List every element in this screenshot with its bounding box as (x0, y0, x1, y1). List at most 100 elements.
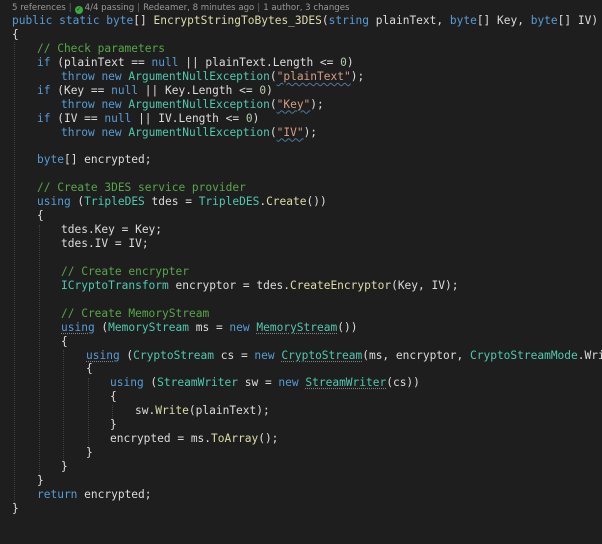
code-line-26[interactable]: { (0, 362, 602, 376)
code-token: new (101, 97, 122, 111)
code-token: [] IV) (557, 14, 599, 27)
code-line-3[interactable]: // Check parameters (0, 42, 602, 56)
code-token: [] Key, (476, 14, 531, 27)
type-name: StreamWriter (305, 376, 387, 390)
code-line-22[interactable]: // Create MemoryStream (0, 307, 602, 321)
string-literal: "Key" (276, 97, 311, 111)
code-token: (Key, IV); (391, 278, 459, 292)
type-name: MemoryStream (108, 320, 189, 334)
code-line-16[interactable]: tdes.Key = Key; (0, 223, 602, 237)
code-line-17[interactable]: tdes.IV = IV; (0, 237, 602, 251)
code-line-4[interactable]: if (plainText == null || plainText.Lengt… (0, 56, 602, 70)
code-line-20[interactable]: ICryptoTransform encryptor = tdes.Create… (0, 279, 602, 293)
code-line-25[interactable]: using (CryptoStream cs = new CryptoStrea… (0, 349, 602, 363)
code-token: ()) (337, 320, 358, 334)
code-token: (cs)) (386, 376, 420, 390)
code-line-30[interactable]: } (0, 418, 602, 432)
code-line-10[interactable] (0, 139, 602, 153)
code-line-27[interactable]: using (StreamWriter sw = new StreamWrite… (0, 376, 602, 390)
type-name: ICryptoTransform (61, 278, 169, 292)
code-token: { (37, 209, 44, 223)
code-token: using (37, 195, 71, 209)
string-literal: "plainText" (276, 69, 351, 83)
code-line-19[interactable]: // Create encrypter (0, 265, 602, 279)
code-token: (); (258, 432, 279, 446)
code-line-34[interactable]: } (0, 474, 602, 488)
code-line-2[interactable]: { (0, 28, 602, 42)
code-token: new (254, 348, 275, 362)
code-token: (ms, encryptor, (362, 348, 470, 362)
code-line-32[interactable]: } (0, 446, 602, 460)
code-token: { (86, 362, 93, 376)
code-comment: // Create 3DES service provider (37, 181, 246, 195)
code-token: ( (269, 125, 277, 139)
code-token: 0 (245, 111, 253, 125)
codelens-references[interactable]: 5 references (12, 3, 66, 13)
code-line-1[interactable]: public static byte[] EncryptStringToByte… (0, 14, 602, 28)
code-line-14[interactable]: using (TripleDES tdes = TripleDES.Create… (0, 195, 602, 209)
code-line-8[interactable]: if (IV == null || IV.Length <= 0) (0, 112, 602, 126)
code-token: || plainText.Length <= (178, 55, 341, 69)
type-name: TripleDES (84, 195, 145, 209)
code-line-31[interactable]: encrypted = ms.ToArray(); (0, 432, 602, 446)
code-line-13[interactable]: // Create 3DES service provider (0, 181, 602, 195)
type-name: ArgumentNullException (128, 97, 270, 111)
code-line-12[interactable] (0, 167, 602, 181)
code-line-5[interactable]: throw new ArgumentNullException("plainTe… (0, 70, 602, 84)
code-token: byte (37, 153, 64, 167)
code-token: throw (61, 97, 95, 111)
code-editor[interactable]: 5 references | ✓ 4/4 passing | Redeamer, 8 mi… (0, 0, 602, 524)
code-token: } (110, 418, 117, 432)
code-comment: // Create encrypter (61, 264, 189, 278)
code-token: null (151, 55, 179, 69)
string-literal: "IV" (276, 125, 304, 139)
code-token: ); (310, 97, 324, 111)
type-name: MemoryStream (256, 320, 338, 334)
code-lines[interactable]: public static byte[] EncryptStringToByte… (0, 14, 602, 516)
code-line-33[interactable]: } (0, 460, 602, 474)
test-passing-icon: ✓ (74, 6, 83, 14)
code-line-29[interactable]: sw.Write(plainText); (0, 404, 602, 418)
code-line-18[interactable] (0, 251, 602, 265)
code-line-36[interactable]: } (0, 502, 602, 516)
code-token: ( (70, 195, 85, 209)
type-name: TripleDES (198, 195, 260, 209)
method-name[interactable]: EncryptStringToBytes_3DES (153, 14, 321, 27)
code-line-6[interactable]: if (Key == null || Key.Length <= 0) (0, 84, 602, 98)
code-token: null (104, 111, 132, 125)
code-line-23[interactable]: using (MemoryStream ms = new MemoryStrea… (0, 321, 602, 335)
code-line-21[interactable] (0, 293, 602, 307)
codelens-changes[interactable]: 1 author, 3 changes (263, 3, 349, 13)
codelens-author[interactable]: Redeamer, 8 minutes ago (143, 3, 254, 13)
code-token: || IV.Length <= (131, 111, 246, 125)
code-line-9[interactable]: throw new ArgumentNullException("IV"); (0, 126, 602, 140)
code-token: } (86, 446, 93, 460)
code-token: new (101, 69, 122, 83)
codelens-tests[interactable]: 4/4 passing (85, 3, 135, 13)
code-token: [] (133, 14, 154, 27)
code-token: if (37, 83, 51, 97)
code-token: byte (449, 14, 477, 27)
code-comment: // Check parameters (37, 41, 165, 55)
code-token: new (229, 320, 250, 334)
code-token: return (37, 487, 78, 501)
code-line-35[interactable]: return encrypted; (0, 488, 602, 502)
code-token: ); (303, 125, 318, 139)
code-line-28[interactable]: { (0, 390, 602, 404)
code-token: ) (252, 111, 260, 125)
code-token: (plainText); (188, 404, 270, 418)
type-name: ArgumentNullException (128, 69, 270, 83)
code-line-11[interactable]: byte[] encrypted; (0, 153, 602, 167)
code-token: ( (143, 376, 158, 390)
code-token: byte (530, 14, 558, 27)
method-name: CreateEncryptor (290, 278, 392, 292)
code-token: (plainText == (50, 55, 152, 69)
code-line-15[interactable]: { (0, 209, 602, 223)
code-line-24[interactable]: { (0, 335, 602, 349)
code-token: .Write)) (577, 348, 602, 362)
code-line-7[interactable]: throw new ArgumentNullException("Key"); (0, 98, 602, 112)
code-token: encryptor = tdes. (168, 278, 291, 292)
code-token: throw (61, 125, 95, 139)
code-token: ()) (306, 195, 327, 209)
method-name: Write (155, 404, 189, 418)
